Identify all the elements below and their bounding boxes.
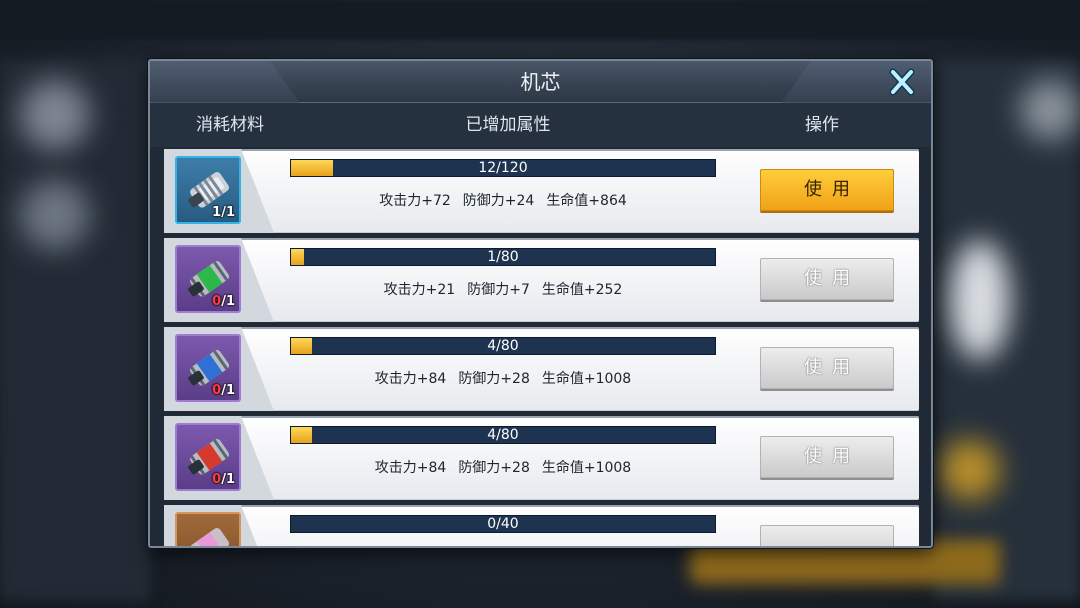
core-list[interactable]: 1/1 12/120 攻击力+72 防御力+24 生命值+864 使用 0/1 …: [164, 149, 919, 546]
progress-text: 4/80: [487, 338, 519, 354]
blue-core-icon[interactable]: 1/1: [175, 156, 241, 224]
progress-bar: 1/80: [290, 248, 716, 266]
use-button[interactable]: 使用: [760, 347, 894, 389]
attribute-list: 攻击力+21 防御力+7 生命值+252: [290, 278, 716, 302]
material-count: 0/1: [212, 472, 235, 487]
progress-bar: 12/120: [290, 159, 716, 177]
use-button[interactable]: 使用: [760, 436, 894, 478]
dialog-title: 机芯: [520, 70, 561, 94]
attack-bonus: 攻击力+84: [374, 460, 447, 476]
count-have: 0: [212, 472, 222, 487]
red-core-icon[interactable]: 0/1: [175, 423, 241, 491]
count-need: /1: [221, 472, 235, 487]
blue-core-icon[interactable]: 0/1: [175, 334, 241, 402]
progress-text: 1/80: [487, 249, 519, 265]
use-button[interactable]: 使用: [760, 258, 894, 300]
material-count: 1/1: [212, 205, 235, 220]
core-row: 0/1 4/80 攻击力+84 防御力+28 生命值+1008 使用: [164, 327, 919, 411]
close-icon[interactable]: [887, 67, 917, 97]
count-have: 0: [212, 294, 222, 309]
material-count: 0/1: [212, 383, 235, 398]
defense-bonus: 防御力+28: [458, 460, 530, 476]
progress-bar: 4/80: [290, 426, 716, 444]
attribute-list: 攻击力+84 防御力+28 生命值+1008: [290, 456, 716, 480]
hp-bonus: 生命值+1008: [541, 371, 632, 387]
attack-bonus: 攻击力+84: [374, 371, 447, 387]
background-blob: [1020, 80, 1080, 140]
background-blob: [20, 180, 90, 250]
progress-bar: 4/80: [290, 337, 716, 355]
background-blob: [950, 240, 1010, 360]
background-blob: [940, 440, 1000, 500]
attribute-list: 攻击力+84 防御力+28 生命值+1008: [290, 367, 716, 391]
core-row: 1/1 12/120 攻击力+72 防御力+24 生命值+864 使用: [164, 149, 919, 233]
count-have: 0: [212, 383, 222, 398]
progress-text: 12/120: [478, 160, 528, 176]
use-button[interactable]: 使用: [760, 169, 894, 211]
dialog-titlebar: 机芯: [150, 61, 931, 103]
count-need: /1: [221, 383, 235, 398]
use-button[interactable]: [760, 525, 894, 546]
count-need: /1: [221, 205, 235, 220]
column-header-attributes: 已增加属性: [465, 115, 551, 135]
progress-bar: 0/40: [290, 515, 716, 533]
defense-bonus: 防御力+7: [467, 282, 530, 298]
progress-text: 4/80: [487, 427, 519, 443]
material-count: 0/1: [212, 294, 235, 309]
attack-bonus: 攻击力+21: [383, 282, 456, 298]
defense-bonus: 防御力+24: [462, 193, 535, 209]
count-have: 1: [212, 205, 222, 220]
green-core-icon[interactable]: 0/1: [175, 245, 241, 313]
progress-text: 0/40: [487, 516, 519, 532]
background-blob: [20, 80, 90, 150]
column-header-action: 操作: [805, 115, 839, 135]
hp-bonus: 生命值+1008: [541, 460, 632, 476]
attack-bonus: 攻击力+72: [379, 193, 451, 209]
defense-bonus: 防御力+28: [458, 371, 530, 387]
background-top-bar: [0, 0, 1080, 40]
core-row: 0/1 1/80 攻击力+21 防御力+7 生命值+252 使用: [164, 238, 919, 322]
column-headers: 消耗材料 已增加属性 操作: [150, 103, 931, 147]
column-header-material: 消耗材料: [196, 115, 264, 135]
count-need: /1: [221, 294, 235, 309]
core-dialog: 机芯 消耗材料 已增加属性 操作 1/1 12/120 攻击力+72 防御力+2…: [148, 59, 933, 548]
pink-core-icon[interactable]: [175, 512, 241, 546]
hp-bonus: 生命值+864: [546, 193, 627, 209]
attribute-list: 攻击力+72 防御力+24 生命值+864: [290, 189, 716, 213]
hp-bonus: 生命值+252: [541, 282, 623, 298]
core-row: 0/1 4/80 攻击力+84 防御力+28 生命值+1008 使用: [164, 416, 919, 500]
core-row: 0/40: [164, 505, 919, 546]
